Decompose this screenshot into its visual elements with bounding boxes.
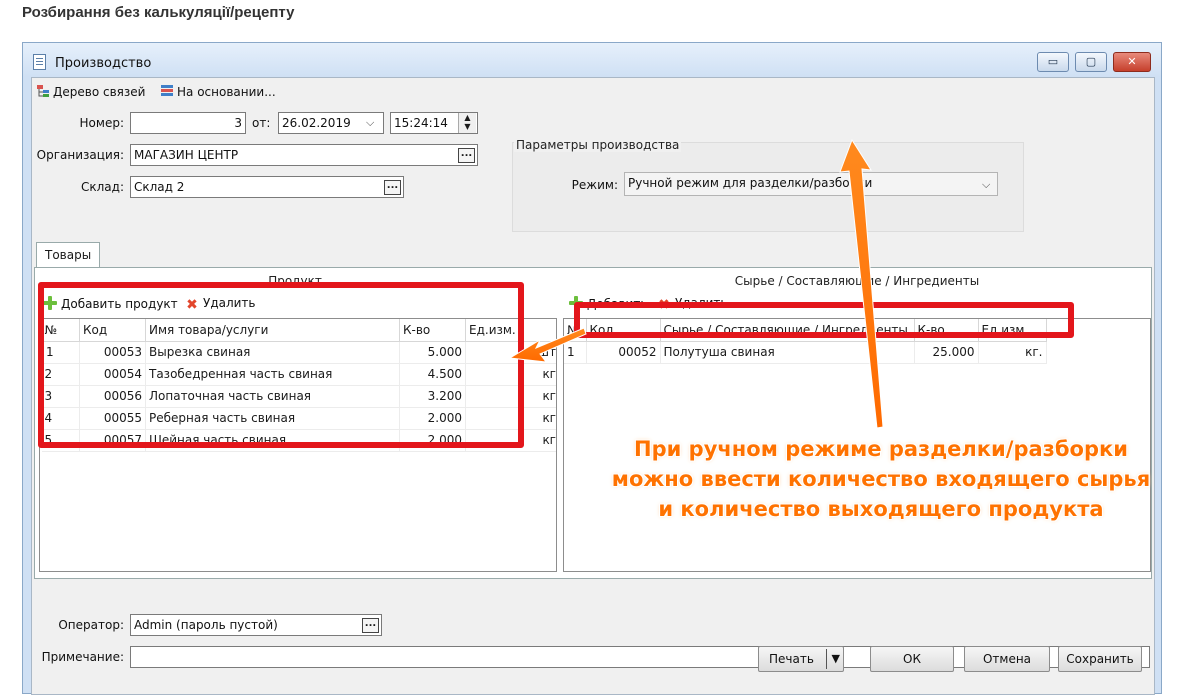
mode-value: Ручной режим для разделки/разборки bbox=[628, 176, 873, 190]
split-divider bbox=[826, 649, 827, 669]
document-icon bbox=[33, 54, 46, 70]
window-title: Производство bbox=[55, 56, 152, 71]
operator-browse-button[interactable]: ... bbox=[362, 618, 379, 633]
tree-icon bbox=[36, 84, 50, 98]
production-params-title: Параметры производства bbox=[514, 138, 682, 152]
print-label: Печать bbox=[769, 652, 814, 666]
annotation-line-1: При ручном режиме разделки/разборки bbox=[634, 437, 1128, 461]
products-highlight-box bbox=[38, 282, 524, 448]
window-titlebar[interactable]: Производство ▭ ▢ ✕ bbox=[23, 43, 1161, 77]
annotation-line-2: можно ввести количество входящего сырья bbox=[611, 467, 1151, 491]
date-value: 26.02.2019 bbox=[282, 116, 351, 130]
annotation-callout: При ручном режиме разделки/разборки можн… bbox=[606, 434, 1156, 524]
number-label: Номер: bbox=[79, 116, 124, 130]
print-button[interactable]: Печать ▼ bbox=[758, 646, 844, 672]
cancel-button[interactable]: Отмена bbox=[964, 646, 1050, 672]
time-spinner[interactable]: ▲ ▼ bbox=[458, 113, 476, 133]
maximize-button[interactable]: ▢ bbox=[1075, 52, 1107, 72]
minimize-button[interactable]: ▭ bbox=[1037, 52, 1069, 72]
warehouse-browse-button[interactable]: ... bbox=[384, 180, 401, 195]
mode-chevron-down-icon[interactable]: ⌵ bbox=[982, 178, 990, 192]
raw-panel-title: Сырье / Составляющие / Ингредиенты bbox=[734, 274, 980, 288]
save-button[interactable]: Сохранить bbox=[1058, 646, 1142, 672]
note-label: Примечание: bbox=[41, 650, 124, 664]
table-row[interactable]: 1 00052 Полутуша свиная 25.000 кг. bbox=[564, 341, 1047, 364]
number-field[interactable]: 3 bbox=[130, 112, 246, 134]
tab-goods[interactable]: Товары bbox=[36, 242, 100, 268]
organization-field[interactable]: МАГАЗИН ЦЕНТР bbox=[130, 144, 478, 166]
relations-tree-button[interactable]: Дерево связей bbox=[36, 84, 145, 99]
spin-up-icon[interactable]: ▲ bbox=[459, 113, 476, 122]
raw-highlight-box bbox=[574, 302, 1074, 338]
warehouse-field[interactable]: Склад 2 bbox=[130, 176, 404, 198]
row-unit: кг. bbox=[978, 341, 1047, 364]
mode-select[interactable]: Ручной режим для разделки/разборки bbox=[624, 172, 998, 196]
page-heading: Розбирання без калькуляції/рецепту bbox=[22, 4, 295, 21]
row-name: Полутуша свиная bbox=[660, 341, 915, 364]
annotation-line-3: и количество выходящего продукта bbox=[658, 497, 1104, 521]
close-button[interactable]: ✕ bbox=[1113, 52, 1151, 72]
ok-button[interactable]: ОК bbox=[870, 646, 954, 672]
warehouse-value: Склад 2 bbox=[134, 180, 185, 194]
relations-tree-label: Дерево связей bbox=[53, 85, 146, 99]
organization-label: Организация: bbox=[36, 148, 124, 162]
chevron-down-icon[interactable]: ⌵ bbox=[366, 116, 374, 130]
operator-label: Оператор: bbox=[58, 618, 124, 632]
organization-value: МАГАЗИН ЦЕНТР bbox=[134, 148, 239, 162]
row-qty: 25.000 bbox=[914, 341, 979, 364]
operator-value: Admin (пароль пустой) bbox=[134, 618, 278, 632]
based-on-label: На основании... bbox=[177, 85, 276, 99]
mode-label: Режим: bbox=[571, 178, 618, 192]
operator-field[interactable]: Admin (пароль пустой) bbox=[130, 614, 382, 636]
row-number: 1 bbox=[564, 341, 587, 364]
from-label: от: bbox=[252, 116, 271, 130]
based-on-button[interactable]: На основании... bbox=[160, 84, 276, 99]
dropdown-arrow-icon[interactable]: ▼ bbox=[832, 647, 840, 671]
organization-browse-button[interactable]: ... bbox=[458, 148, 475, 163]
stack-icon bbox=[160, 84, 174, 98]
spin-down-icon[interactable]: ▼ bbox=[459, 122, 476, 131]
warehouse-label: Склад: bbox=[81, 180, 124, 194]
row-code: 00052 bbox=[586, 341, 661, 364]
time-value: 15:24:14 bbox=[394, 116, 448, 130]
